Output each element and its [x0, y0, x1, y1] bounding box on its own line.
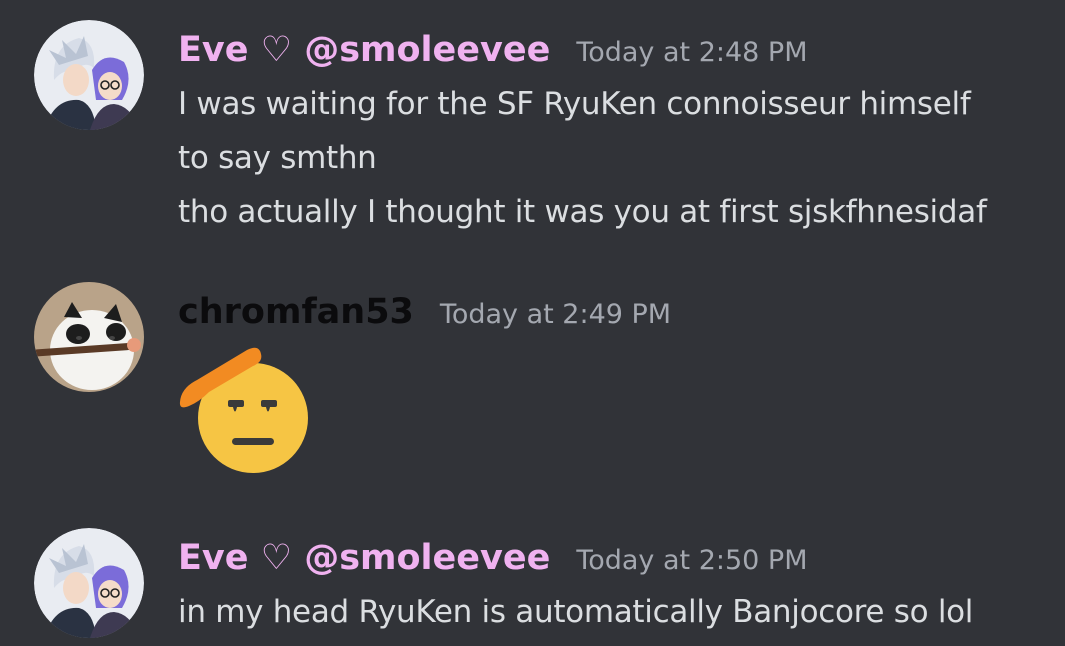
author-name[interactable]: chromfan53	[178, 292, 414, 332]
anime-couple-avatar-icon	[34, 528, 144, 638]
user-avatar[interactable]	[34, 528, 144, 638]
message-timestamp: Today at 2:50 PM	[576, 545, 808, 576]
message-line: tho actually I thought it was you at fir…	[178, 194, 987, 230]
anime-couple-avatar-icon	[34, 20, 144, 130]
message-line: I was waiting for the SF RyuKen connoiss…	[178, 86, 971, 122]
author-name[interactable]: Eve ♡ @smoleevee	[178, 538, 550, 578]
user-avatar[interactable]	[34, 282, 144, 392]
message-timestamp: Today at 2:48 PM	[576, 37, 808, 68]
message-line: in my head RyuKen is automatically Banjo…	[178, 594, 974, 630]
author-name[interactable]: Eve ♡ @smoleevee	[178, 30, 550, 70]
message-timestamp: Today at 2:49 PM	[439, 299, 672, 330]
saluting-face-emoji-icon	[179, 347, 308, 473]
user-avatar[interactable]	[34, 20, 144, 130]
message-line: to say smthn	[178, 140, 377, 176]
cat-with-stick-avatar-icon	[34, 282, 144, 392]
